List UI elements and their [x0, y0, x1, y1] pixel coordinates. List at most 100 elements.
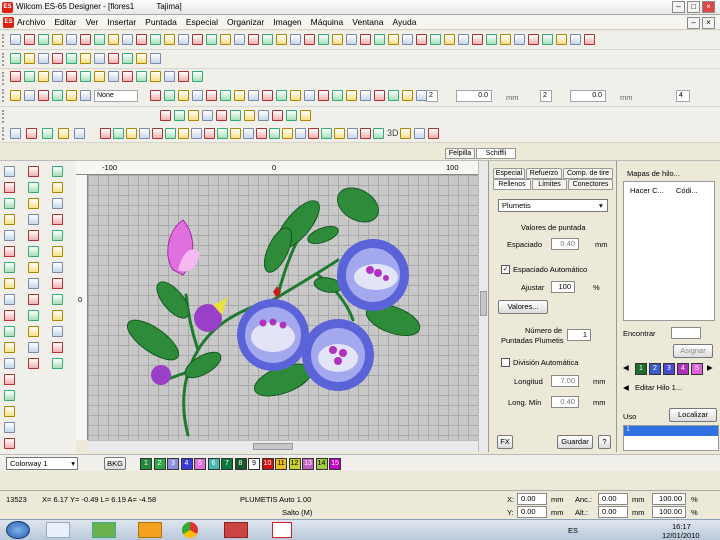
toolbar-tool-icon[interactable] — [100, 128, 111, 139]
toolbar-tool-icon[interactable] — [262, 34, 273, 45]
es-designer-icon[interactable] — [272, 522, 292, 538]
tab-felpilla[interactable]: Felpilla — [445, 148, 475, 159]
toolbar-tool-icon[interactable] — [24, 34, 35, 45]
toolbar-tool-icon[interactable] — [108, 53, 119, 64]
toolbar-tool-icon[interactable] — [24, 53, 35, 64]
toolbar-tool-icon[interactable] — [262, 90, 273, 101]
vertical-scrollbar[interactable] — [478, 161, 488, 452]
digitize-tool-icon[interactable] — [52, 246, 63, 257]
toolbar-tool-icon[interactable] — [332, 34, 343, 45]
y-field[interactable]: 0.00 — [517, 506, 547, 518]
fx-button[interactable]: FX — [497, 435, 513, 449]
toolbar-tool-icon[interactable] — [80, 53, 91, 64]
toolbar-tool-icon[interactable] — [178, 90, 189, 101]
digitize-tool-icon[interactable] — [28, 230, 39, 241]
toolbar-tool-icon[interactable] — [38, 34, 49, 45]
toolbar-tool-icon[interactable] — [38, 53, 49, 64]
menu-ayuda[interactable]: Ayuda — [392, 17, 416, 27]
toolbar-tool-icon[interactable] — [191, 128, 202, 139]
digitize-tool-icon[interactable] — [4, 342, 15, 353]
auto-spacing-checkbox[interactable]: ✓ — [501, 265, 510, 274]
toolbar-tool-icon[interactable] — [402, 34, 413, 45]
bkg-button[interactable]: BKG — [104, 457, 126, 470]
toolbar-tool-icon[interactable] — [360, 128, 371, 139]
digitize-tool-icon[interactable] — [4, 294, 15, 305]
digitize-tool-icon[interactable] — [52, 182, 63, 193]
tab-comp-tire[interactable]: Comp. de tire — [563, 168, 613, 179]
toolbar-tool-icon[interactable] — [402, 90, 413, 101]
digitize-tool-icon[interactable] — [52, 166, 63, 177]
toolbar-tool-icon[interactable] — [165, 128, 176, 139]
digitize-tool-icon[interactable] — [4, 358, 15, 369]
longmin-field[interactable]: 0.40 — [551, 396, 579, 408]
hscroll-thumb[interactable] — [253, 443, 293, 450]
toolbar-tool-icon[interactable] — [122, 71, 133, 82]
toolbar-tool-icon[interactable] — [122, 53, 133, 64]
digitize-tool-icon[interactable] — [28, 326, 39, 337]
digitize-tool-icon[interactable] — [4, 278, 15, 289]
ajustar-field[interactable]: 100 — [551, 281, 575, 293]
menu-organizar[interactable]: Organizar — [227, 17, 264, 27]
toolbar-tool-icon[interactable] — [346, 34, 357, 45]
palette-swatch-1[interactable]: 1 — [140, 458, 152, 470]
toolbar-tool-icon[interactable] — [276, 90, 287, 101]
toolbar-tool-icon[interactable] — [192, 71, 203, 82]
anc-field[interactable]: 0.00 — [598, 493, 628, 505]
language-indicator[interactable]: ES — [568, 526, 578, 535]
toolbar-tool-icon[interactable] — [290, 90, 301, 101]
digitize-tool-icon[interactable] — [4, 182, 15, 193]
menu-ventana[interactable]: Ventana — [352, 17, 383, 27]
palette-swatch-15[interactable]: 15 — [329, 458, 341, 470]
spin1-value[interactable]: 0.0 — [456, 90, 492, 102]
toolbar-tool-icon[interactable] — [202, 110, 213, 121]
toolbar-tool-icon[interactable] — [220, 34, 231, 45]
scale-y-field[interactable]: 100.00 — [652, 506, 686, 518]
menu-archivo[interactable]: Archivo — [17, 17, 45, 27]
toolbar-tool-icon[interactable] — [66, 53, 77, 64]
powerpoint-icon[interactable] — [224, 522, 248, 538]
toolbar-tool-icon[interactable] — [113, 128, 124, 139]
toolbar-tool-icon[interactable] — [94, 71, 105, 82]
toolbar-tool-icon[interactable] — [304, 34, 315, 45]
tab-limites[interactable]: Límites — [532, 179, 567, 190]
toolbar-tool-icon[interactable] — [178, 71, 189, 82]
digitize-tool-icon[interactable] — [28, 214, 39, 225]
toolbar-tool-icon[interactable] — [178, 128, 189, 139]
digitize-tool-icon[interactable] — [28, 262, 39, 273]
spin2-count[interactable]: 2 — [540, 90, 552, 102]
toolbar-tool-icon[interactable] — [256, 128, 267, 139]
digitize-tool-icon[interactable] — [4, 230, 15, 241]
toolbar-tool-icon[interactable] — [388, 90, 399, 101]
uso-selected-row[interactable]: 1 — [624, 426, 718, 436]
menu-puntada[interactable]: Puntada — [145, 17, 177, 27]
menu-imagen[interactable]: Imagen — [273, 17, 301, 27]
toolbar-tool-icon[interactable] — [416, 90, 427, 101]
color-dropdown[interactable]: None — [94, 90, 138, 102]
toolbar-tool-icon[interactable] — [204, 128, 215, 139]
digitize-tool-icon[interactable] — [4, 326, 15, 337]
tab-especial[interactable]: Especial — [493, 168, 525, 179]
auto-division-checkbox[interactable] — [501, 358, 510, 367]
toolbar-tool-icon[interactable] — [542, 34, 553, 45]
digitize-tool-icon[interactable] — [28, 294, 39, 305]
longitud-field[interactable]: 7.00 — [551, 375, 579, 387]
palette-swatch-10[interactable]: 10 — [261, 458, 274, 470]
espaciado-field[interactable]: 0.40 — [551, 238, 579, 250]
toolbar-tool-icon[interactable] — [570, 34, 581, 45]
thread-swatch-4[interactable]: 4 — [677, 363, 689, 375]
toolbar-tool-icon[interactable] — [332, 90, 343, 101]
digitize-tool-icon[interactable] — [52, 230, 63, 241]
toolbar-tool-icon[interactable] — [300, 110, 311, 121]
toolbar-tool-icon[interactable] — [10, 128, 21, 139]
menu-maquina[interactable]: Máquina — [311, 17, 344, 27]
toolbar-tool-icon[interactable] — [234, 34, 245, 45]
digitize-tool-icon[interactable] — [28, 198, 39, 209]
toolbar-tool-icon[interactable] — [244, 110, 255, 121]
palette-swatch-14[interactable]: 14 — [315, 458, 328, 470]
toolbar-tool-icon[interactable] — [136, 34, 147, 45]
menu-ver[interactable]: Ver — [86, 17, 99, 27]
toolbar-tool-icon[interactable] — [308, 128, 319, 139]
help-button[interactable]: ? — [598, 435, 611, 449]
media-player-icon[interactable] — [92, 522, 116, 538]
toolbar-tool-icon[interactable] — [416, 34, 427, 45]
